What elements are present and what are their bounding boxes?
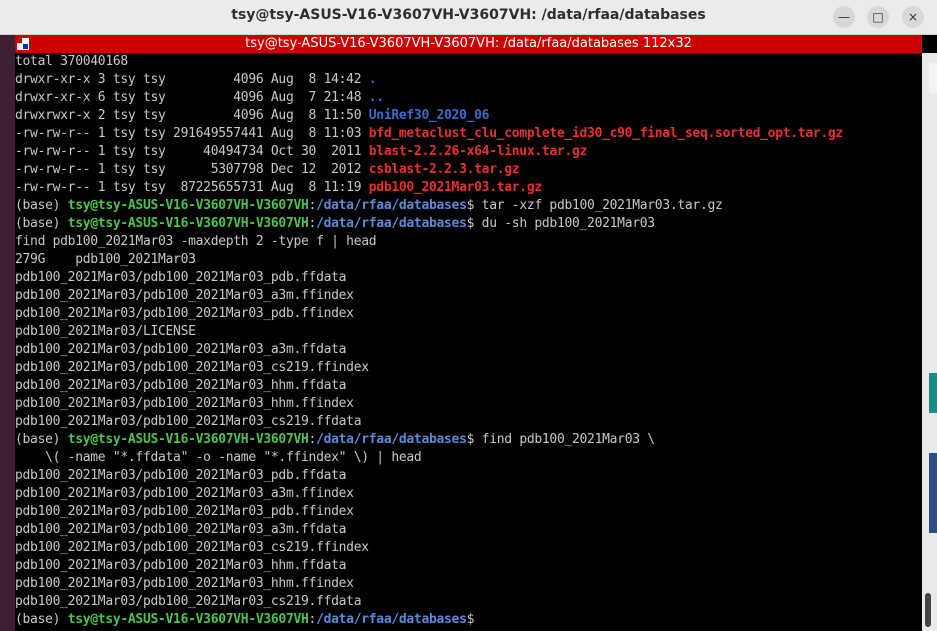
command-text: find pdb100_2021Mar03 \ [474,432,655,447]
prompt-path: /data/rfaa/databases [316,198,467,213]
scrollbar[interactable] [922,53,937,631]
background-strip [0,35,15,631]
command-continuation: \( -name "*.ffdata" -o -name "*.ffindex"… [15,450,422,465]
output-line: pdb100_2021Mar03/pdb100_2021Mar03_pdb.ff… [15,270,347,285]
ls-entry: -rw-rw-r-- 1 tsy tsy 291649557441 Aug 8 … [15,125,922,143]
output-line: pdb100_2021Mar03/pdb100_2021Mar03_hhm.ff… [15,576,354,591]
command-continuation: find pdb100_2021Mar03 -maxdepth 2 -type … [15,234,377,249]
ls-meta: -rw-rw-r-- 1 tsy tsy 291649557441 Aug 8 … [15,126,369,141]
prompt-path: /data/rfaa/databases [316,216,467,231]
output-line: pdb100_2021Mar03/pdb100_2021Mar03_cs219.… [15,360,369,375]
prompt-user-host: tsy@tsy-ASUS-V16-V3607VH-V3607VH [67,612,309,627]
output-line: pdb100_2021Mar03/pdb100_2021Mar03_a3m.ff… [15,342,347,357]
ls-name-archive: pdb100_2021Mar03.tar.gz [368,180,542,195]
ls-name-archive: csblast-2.2.3.tar.gz [368,162,520,177]
window-titlebar[interactable]: tsy@tsy-ASUS-V16-V3607VH-V3607VH: /data/… [0,0,937,35]
conda-env: (base) [15,216,68,231]
output-line: pdb100_2021Mar03/pdb100_2021Mar03_hhm.ff… [15,396,354,411]
ls-meta: -rw-rw-r-- 1 tsy tsy 87225655731 Aug 8 1… [15,180,369,195]
minimize-icon[interactable]: — [833,6,855,28]
prompt-line: (base) tsy@tsy-ASUS-V16-V3607VH-V3607VH:… [15,215,922,233]
command-text: tar -xzf pdb100_2021Mar03.tar.gz [474,198,723,213]
background-window-edge [929,63,937,93]
output-line: pdb100_2021Mar03/pdb100_2021Mar03_hhm.ff… [15,558,347,573]
close-icon[interactable]: × [902,6,924,28]
prompt-user-host: tsy@tsy-ASUS-V16-V3607VH-V3607VH [67,198,309,213]
output-line: pdb100_2021Mar03/pdb100_2021Mar03_pdb.ff… [15,306,354,321]
output-line: pdb100_2021Mar03/pdb100_2021Mar03_cs219.… [15,540,369,555]
prompt-colon: : [308,216,317,231]
command-text: du -sh pdb100_2021Mar03 [474,216,655,231]
output-line: pdb100_2021Mar03/pdb100_2021Mar03_hhm.ff… [15,378,347,393]
prompt-line: (base) tsy@tsy-ASUS-V16-V3607VH-V3607VH:… [15,431,922,449]
ls-entry: -rw-rw-r-- 1 tsy tsy 40494734 Oct 30 201… [15,143,922,161]
prompt-path: /data/rfaa/databases [316,612,467,627]
output-line: pdb100_2021Mar03/pdb100_2021Mar03_a3m.ff… [15,486,354,501]
conda-env: (base) [15,612,68,627]
ls-total: total 370040168 [15,54,128,69]
prompt-line[interactable]: (base) tsy@tsy-ASUS-V16-V3607VH-V3607VH:… [15,611,922,629]
ls-name-dir: UniRef30_2020_06 [368,108,490,123]
prompt-line: (base) tsy@tsy-ASUS-V16-V3607VH-V3607VH:… [15,197,922,215]
prompt-symbol: $ [466,612,475,627]
window-title: tsy@tsy-ASUS-V16-V3607VH-V3607VH: /data/… [231,7,706,23]
terminal-output[interactable]: total 370040168 drwxr-xr-x 3 tsy tsy 409… [15,53,922,631]
prompt-user-host: tsy@tsy-ASUS-V16-V3607VH-V3607VH [67,432,309,447]
scrollbar-thumb[interactable] [925,593,931,627]
ls-name-dir: .. [368,90,384,105]
prompt-colon: : [308,612,317,627]
output-line: pdb100_2021Mar03/pdb100_2021Mar03_cs219.… [15,594,362,609]
prompt-colon: : [308,432,317,447]
prompt-user-host: tsy@tsy-ASUS-V16-V3607VH-V3607VH [67,216,309,231]
ls-entry: drwxr-xr-x 3 tsy tsy 4096 Aug 8 14:42 . [15,71,922,89]
ls-entry: drwxr-xr-x 6 tsy tsy 4096 Aug 7 21:48 .. [15,89,922,107]
background-window-edge [929,373,937,413]
du-output: 279G pdb100_2021Mar03 [15,252,196,267]
prompt-path: /data/rfaa/databases [316,432,467,447]
ls-entry: -rw-rw-r-- 1 tsy tsy 5307798 Dec 12 2012… [15,161,922,179]
prompt-colon: : [308,198,317,213]
ls-meta: drwxr-xr-x 6 tsy tsy 4096 Aug 7 21:48 [15,90,369,105]
ls-meta: drwxr-xr-x 3 tsy tsy 4096 Aug 8 14:42 [15,72,369,87]
ls-meta: -rw-rw-r-- 1 tsy tsy 40494734 Oct 30 201… [15,144,369,159]
output-line: pdb100_2021Mar03/pdb100_2021Mar03_a3m.ff… [15,522,347,537]
conda-env: (base) [15,432,68,447]
output-line: pdb100_2021Mar03/pdb100_2021Mar03_pdb.ff… [15,468,347,483]
output-line: pdb100_2021Mar03/LICENSE [15,324,196,339]
ls-name-dir: . [368,72,377,87]
terminal-window: tsy@tsy-ASUS-V16-V3607VH-V3607VH: /data/… [0,0,937,631]
ls-meta: -rw-rw-r-- 1 tsy tsy 5307798 Dec 12 2012 [15,162,369,177]
ls-name-archive: bfd_metaclust_clu_complete_id30_c90_fina… [368,126,843,141]
output-line: pdb100_2021Mar03/pdb100_2021Mar03_a3m.ff… [15,288,354,303]
ls-entry: drwxrwxr-x 2 tsy tsy 4096 Aug 8 11:50 Un… [15,107,922,125]
ls-meta: drwxrwxr-x 2 tsy tsy 4096 Aug 8 11:50 [15,108,369,123]
terminal-subtitle: tsy@tsy-ASUS-V16-V3607VH-V3607VH: /data/… [245,36,692,51]
terminal-title-bar: tsy@tsy-ASUS-V16-V3607VH-V3607VH: /data/… [15,35,922,53]
maximize-icon[interactable]: □ [867,6,889,28]
output-line: pdb100_2021Mar03/pdb100_2021Mar03_pdb.ff… [15,504,354,519]
conda-env: (base) [15,198,68,213]
output-line: pdb100_2021Mar03/pdb100_2021Mar03_cs219.… [15,414,362,429]
ls-entry: -rw-rw-r-- 1 tsy tsy 87225655731 Aug 8 1… [15,179,922,197]
ls-name-archive: blast-2.2.26-x64-linux.tar.gz [368,144,588,159]
background-window-edge [929,453,937,533]
